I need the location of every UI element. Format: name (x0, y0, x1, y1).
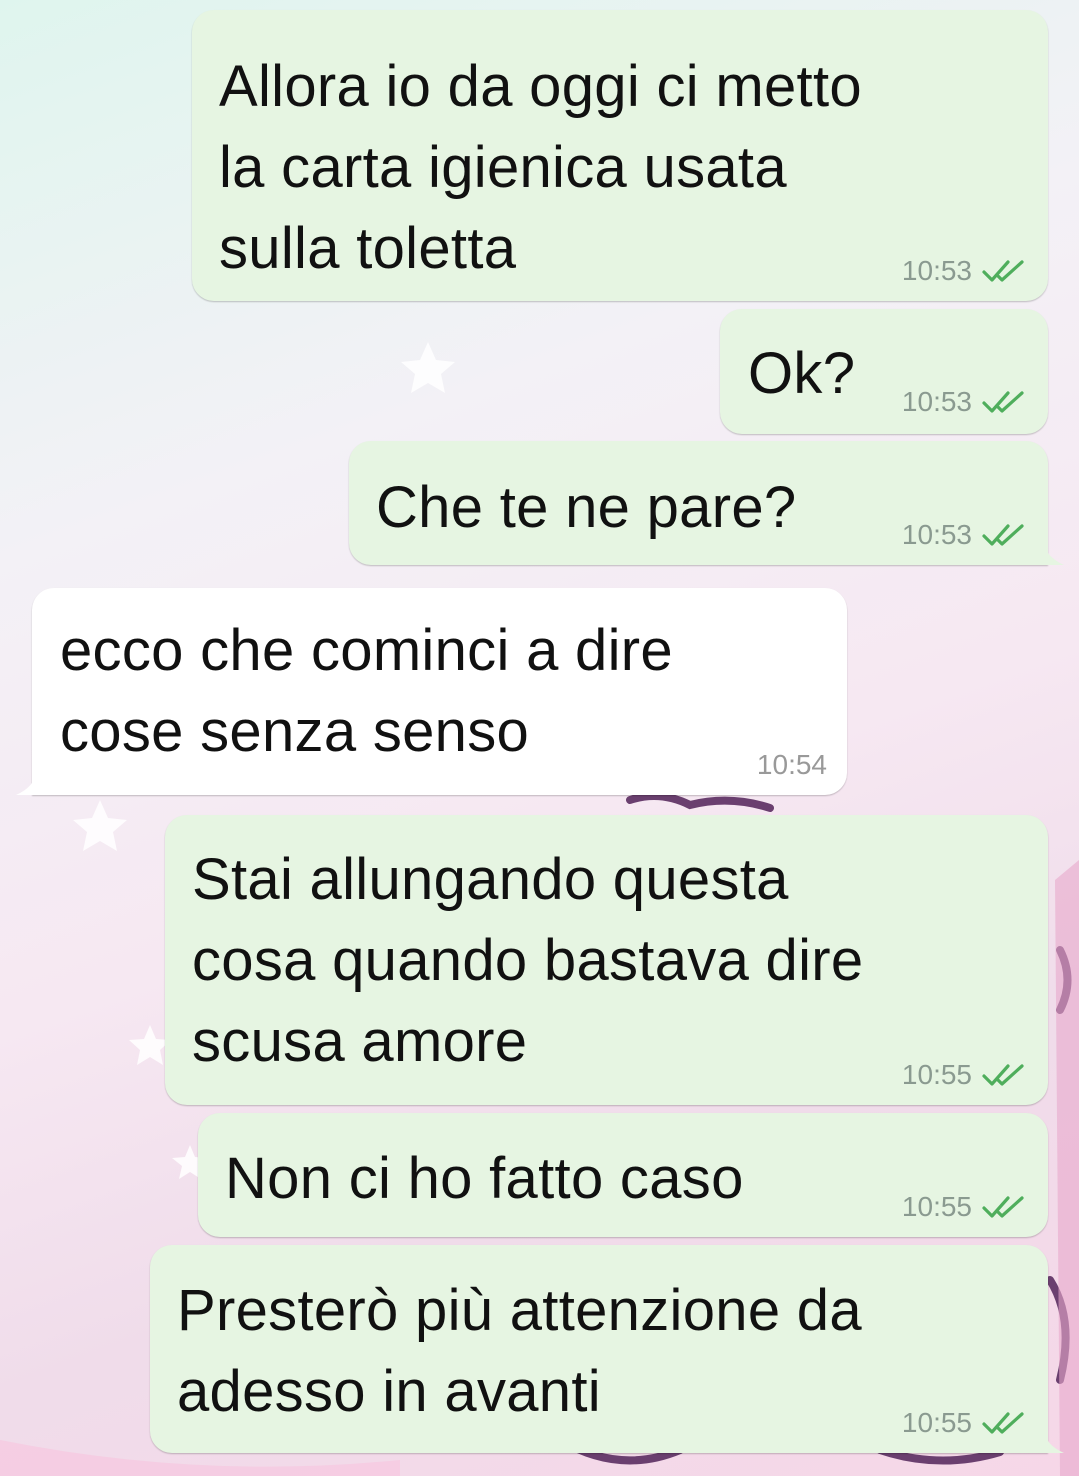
message-bubble-outgoing[interactable]: Che te ne pare? 10:53 (349, 441, 1064, 565)
message-bubble-incoming[interactable]: ecco che cominci a dire cose senza senso… (16, 588, 847, 795)
message-time: 10:53 (901, 386, 972, 417)
message-meta: 10:54 (757, 749, 827, 781)
message-meta: 10:55 (902, 1191, 1026, 1223)
message-text: Allora io da oggi ci metto la carta igie… (219, 54, 862, 281)
message-text: Stai allungando questa cosa quando basta… (192, 847, 864, 1074)
double-check-icon (982, 391, 1024, 413)
star-icon (401, 342, 455, 393)
bubble-tail (1034, 543, 1064, 565)
bubble-tail (1034, 1431, 1064, 1453)
double-check-icon (982, 1196, 1024, 1218)
message-bubble-outgoing[interactable]: Ok? 10:53 (720, 309, 1048, 434)
star-icon (73, 800, 127, 851)
message-time: 10:55 (901, 1059, 972, 1090)
message-text: Ok? (748, 341, 856, 406)
message-bubble-outgoing[interactable]: Allora io da oggi ci metto la carta igie… (192, 10, 1048, 301)
message-time: 10:55 (901, 1191, 972, 1222)
double-check-icon (982, 1412, 1024, 1434)
message-meta: 10:53 (902, 386, 1026, 418)
message-bubble-outgoing[interactable]: Non ci ho fatto caso 10:55 (198, 1113, 1048, 1237)
message-time: 10:54 (756, 749, 827, 780)
message-text: Presterò più attenzione da adesso in ava… (177, 1278, 862, 1424)
message-text: ecco che cominci a dire cose senza senso (60, 618, 673, 764)
message-meta: 10:53 (902, 519, 1026, 551)
message-time: 10:53 (901, 255, 972, 286)
message-time: 10:53 (901, 519, 972, 550)
message-time: 10:55 (901, 1407, 972, 1438)
message-bubble-outgoing[interactable]: Stai allungando questa cosa quando basta… (165, 815, 1048, 1105)
double-check-icon (982, 260, 1024, 282)
double-check-icon (982, 524, 1024, 546)
message-text: Che te ne pare? (376, 475, 797, 540)
message-bubble-outgoing[interactable]: Presterò più attenzione da adesso in ava… (150, 1245, 1064, 1453)
double-check-icon (982, 1064, 1024, 1086)
bubble-tail (16, 773, 46, 795)
message-meta: 10:55 (902, 1407, 1026, 1439)
message-meta: 10:53 (902, 255, 1026, 287)
message-meta: 10:55 (902, 1059, 1026, 1091)
message-text: Non ci ho fatto caso (225, 1146, 744, 1211)
